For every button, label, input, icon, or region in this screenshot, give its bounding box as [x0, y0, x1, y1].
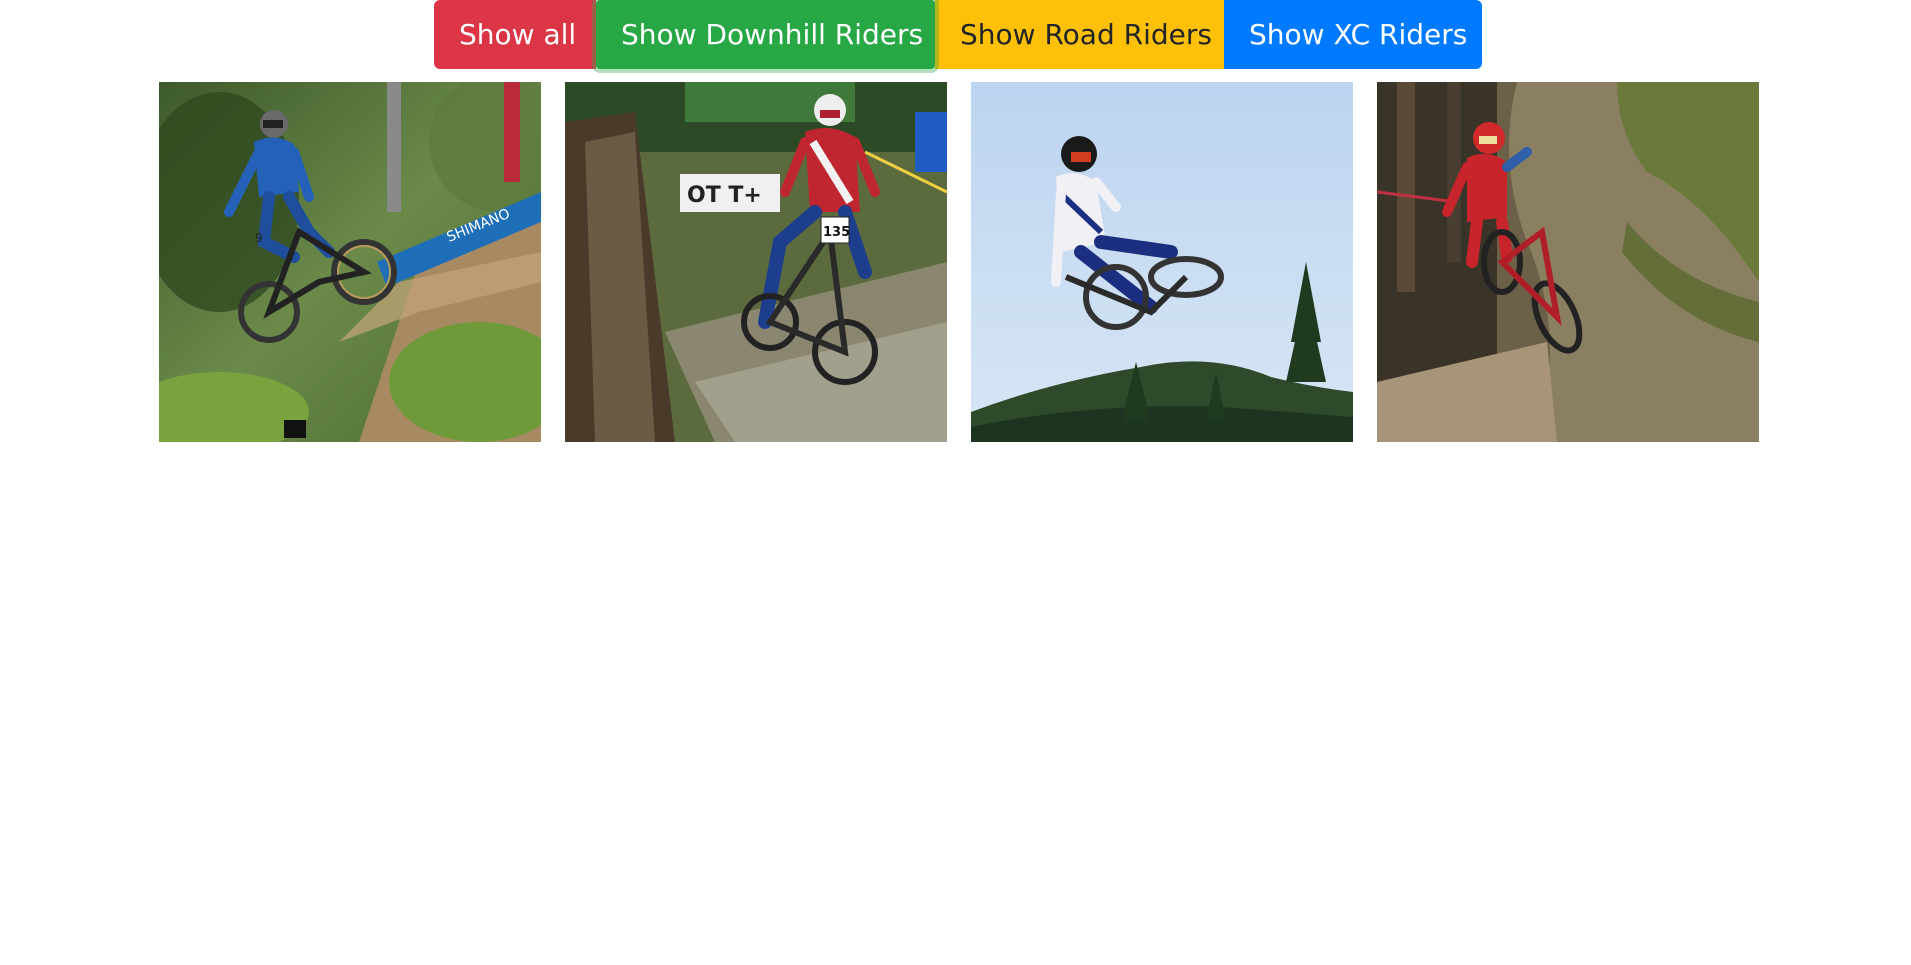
bib-number: 9	[255, 231, 263, 245]
rider-photo-downhill-jump[interactable]: SHIMANO 9	[159, 82, 541, 442]
rider-gallery: SHIMANO 9 OT T+ 135	[159, 82, 1759, 442]
bib-number: 135	[823, 225, 850, 240]
rider-photo-downhill-air[interactable]	[971, 82, 1353, 442]
rider-photo-downhill-rock[interactable]	[1377, 82, 1759, 442]
show-downhill-riders-button[interactable]: Show Downhill Riders	[596, 0, 935, 69]
show-road-riders-button[interactable]: Show Road Riders	[935, 0, 1224, 69]
rider-filter-bar: Show all Show Downhill Riders Show Road …	[434, 0, 1482, 69]
rider-photo-downhill-forest[interactable]: OT T+ 135	[565, 82, 947, 442]
sign-text: OT T+	[687, 183, 762, 208]
show-all-button[interactable]: Show all	[434, 0, 596, 69]
show-xc-riders-button[interactable]: Show XC Riders	[1224, 0, 1482, 69]
